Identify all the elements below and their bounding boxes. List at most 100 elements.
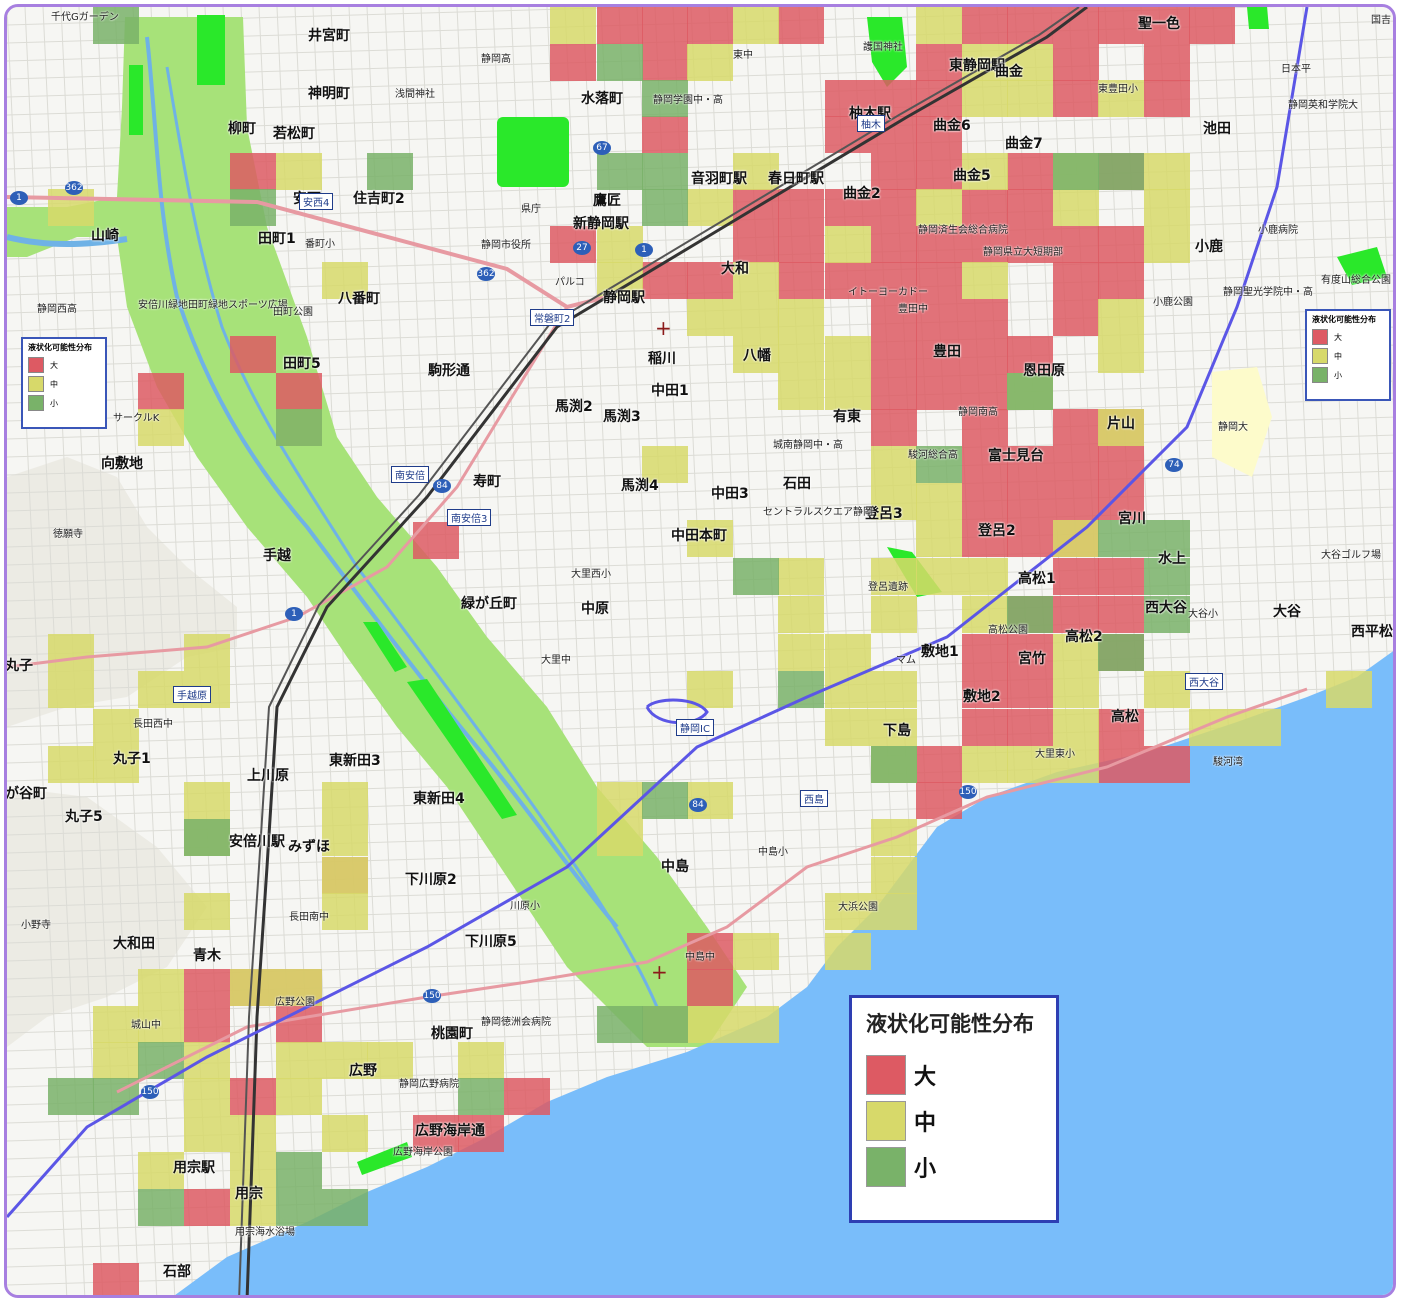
poi-label: 千代Gガーデン: [51, 12, 119, 23]
cell-mid: [778, 373, 824, 410]
swatch-small: [28, 395, 44, 411]
cell-mid: [778, 634, 824, 671]
legend-label: 中: [914, 1111, 937, 1136]
poi-label: 田町公園: [273, 307, 313, 318]
road-sign-label: 柚木: [857, 115, 885, 132]
cell-small: [184, 819, 230, 856]
legend-label: 中: [50, 379, 58, 389]
cell-small: [733, 558, 779, 595]
cell-big: [962, 709, 1008, 746]
place-label: 鷹匠: [593, 193, 621, 209]
cell-big: [1098, 746, 1144, 783]
route-shield: 84: [433, 479, 451, 493]
place-label: 高松1: [1018, 571, 1056, 587]
poi-label: 中島中: [685, 952, 715, 963]
cell-mid: [48, 634, 94, 671]
swatch-big: [866, 1055, 906, 1095]
place-label: 住吉町2: [353, 191, 405, 207]
route-shield: 150: [959, 785, 977, 799]
place-label: 大和田: [113, 936, 155, 952]
cell-big: [1098, 262, 1144, 299]
cell-big: [916, 746, 962, 783]
cell-mid: [825, 336, 871, 373]
green-area: [129, 65, 143, 135]
place-label: 中田3: [711, 486, 749, 502]
legend-label: 小: [1334, 370, 1342, 380]
cell-mid: [48, 671, 94, 708]
cell-mid: [1144, 226, 1190, 263]
poi-label: 静岡学園中・高: [653, 95, 723, 106]
legend-row-small: 小: [28, 395, 100, 411]
poi-label: サークルK: [113, 413, 160, 424]
poi-label: 静岡大: [1218, 422, 1248, 433]
cell-small: [230, 189, 276, 226]
cell-small: [1098, 153, 1144, 190]
poi-label: 大谷ゴルフ場: [1321, 550, 1381, 561]
liquefaction-map[interactable]: + +: [7, 7, 1396, 1298]
poi-label: 静岡高: [481, 54, 511, 65]
place-label: 西平松: [1351, 624, 1393, 640]
poi-label: 用宗海水浴場: [235, 1227, 295, 1238]
swatch-big: [28, 357, 44, 373]
cell-mid: [322, 857, 368, 894]
cell-big: [93, 1263, 139, 1295]
cell-big: [1098, 226, 1144, 263]
poi-label: 静岡南高: [958, 407, 998, 418]
poi-label: 長田南中: [289, 912, 329, 923]
place-label: 水上: [1158, 551, 1186, 567]
cell-big: [642, 44, 688, 81]
cell-big: [1053, 80, 1099, 117]
place-label: 東新田4: [413, 791, 465, 807]
swatch-small: [866, 1147, 906, 1187]
cell-big: [1007, 189, 1053, 226]
place-label: 用宗: [235, 1186, 263, 1202]
poi-label: 小野寺: [21, 920, 51, 931]
place-label: 八番町: [338, 291, 380, 307]
cell-mid: [687, 189, 733, 226]
place-label: 大和: [721, 261, 749, 277]
poi-label: 静岡西高: [37, 304, 77, 315]
cell-mid: [1144, 153, 1190, 190]
place-label: 有東: [833, 409, 861, 425]
cell-big: [871, 409, 917, 446]
place-label: 恩田原: [1023, 363, 1065, 379]
place-label: 春日町駅: [768, 171, 824, 187]
crosshair-icon: +: [655, 316, 672, 340]
route-shield: 362: [65, 181, 83, 195]
poi-label: 城南静岡中・高: [773, 440, 843, 451]
place-label: 池田: [1203, 121, 1231, 137]
legend-title: 液状化可能性分布: [866, 1012, 1034, 1036]
place-label: 下川原2: [405, 872, 457, 888]
cell-mid: [1144, 671, 1190, 708]
place-label: 富士見台: [988, 448, 1044, 464]
poi-label: 大里東小: [1035, 749, 1075, 760]
cell-big: [778, 7, 824, 44]
place-label: 手越: [263, 548, 291, 564]
legend-row-mid: 中: [28, 376, 100, 392]
cell-mid: [825, 933, 871, 970]
poi-label: 城山中: [131, 1020, 161, 1031]
cell-mid: [1053, 189, 1099, 226]
poi-label: セントラルスクエア静岡: [763, 507, 873, 518]
poi-label: 県庁: [521, 204, 541, 215]
cell-big: [687, 969, 733, 1006]
place-label: 宮竹: [1018, 651, 1046, 667]
cell-big: [1053, 299, 1099, 336]
cell-big: [230, 336, 276, 373]
cell-mid: [916, 520, 962, 557]
place-label: 中田1: [651, 383, 689, 399]
cell-mid: [825, 226, 871, 263]
cell-mid: [916, 558, 962, 595]
cell-mid: [230, 969, 276, 1006]
cell-mid: [184, 634, 230, 671]
cell-mid: [1144, 189, 1190, 226]
place-label: 神明町: [308, 86, 350, 102]
cell-mid: [184, 782, 230, 819]
cell-small: [367, 153, 413, 190]
cell-big: [1053, 558, 1099, 595]
legend-large: 液状化可能性分布 大 中 小: [849, 995, 1059, 1223]
place-label: 大谷: [1273, 604, 1301, 620]
cell-small: [276, 409, 322, 446]
place-label: 田町1: [258, 231, 296, 247]
poi-label: 静岡聖光学院中・高: [1223, 287, 1313, 298]
